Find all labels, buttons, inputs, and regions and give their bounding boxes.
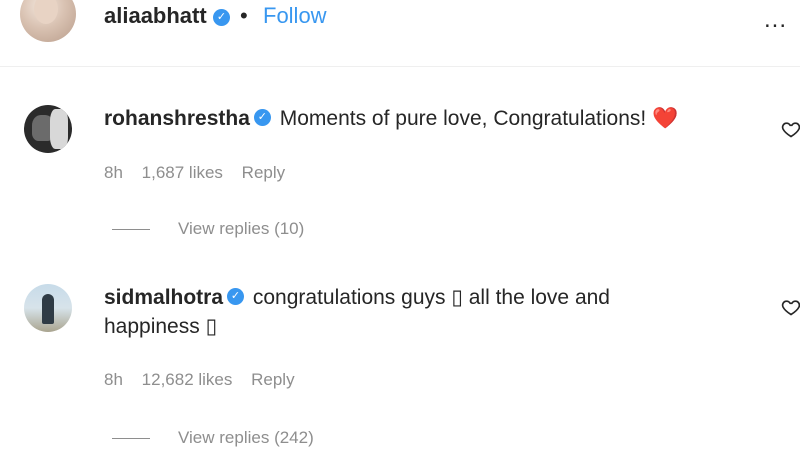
verified-badge-icon: ✓ bbox=[213, 9, 230, 26]
comment-text-continued: happiness ▯ bbox=[104, 313, 217, 341]
post-header: aliaabhatt ✓ • Follow ... bbox=[0, 0, 800, 67]
comment-username[interactable]: rohanshrestha bbox=[104, 107, 250, 130]
reply-button[interactable]: Reply bbox=[251, 370, 294, 389]
avatar-face bbox=[34, 0, 58, 24]
comment-time[interactable]: 8h bbox=[104, 370, 123, 389]
comment-likes[interactable]: 12,682 likes bbox=[142, 370, 233, 389]
comment-meta: 8h 12,682 likes Reply bbox=[104, 370, 309, 390]
header-separator: • bbox=[240, 3, 248, 28]
replies-divider bbox=[112, 229, 150, 231]
comment-time[interactable]: 8h bbox=[104, 163, 123, 182]
avatar-shape bbox=[42, 294, 54, 324]
comment-meta: 8h 1,687 likes Reply bbox=[104, 163, 299, 183]
comment-body: happiness ▯ bbox=[104, 315, 218, 338]
view-replies-button[interactable]: View replies (10) bbox=[112, 219, 304, 239]
comments-panel: aliaabhatt ✓ • Follow ... rohanshrestha ✓… bbox=[0, 0, 800, 450]
comment-body: Moments of pure love, Congratulations! ❤… bbox=[279, 107, 679, 130]
view-replies-label: View replies (10) bbox=[178, 219, 305, 238]
more-options-icon[interactable]: ... bbox=[764, 6, 787, 34]
verified-badge-icon: ✓ bbox=[253, 108, 271, 126]
avatar[interactable] bbox=[20, 0, 76, 42]
heart-outline-icon[interactable] bbox=[781, 297, 800, 317]
comment-username[interactable]: sidmalhotra bbox=[104, 286, 223, 309]
view-replies-button[interactable]: View replies (242) bbox=[112, 428, 314, 448]
comment-text: sidmalhotra ✓ congratulations guys ▯ all … bbox=[104, 284, 610, 312]
verified-badge-icon: ✓ bbox=[227, 287, 245, 305]
avatar-shape bbox=[50, 109, 68, 149]
view-replies-label: View replies (242) bbox=[178, 428, 314, 447]
reply-button[interactable]: Reply bbox=[242, 163, 285, 182]
heart-outline-icon[interactable] bbox=[781, 119, 800, 139]
follow-button[interactable]: Follow bbox=[263, 3, 327, 29]
avatar[interactable] bbox=[24, 105, 72, 153]
comment-text: rohanshrestha ✓ Moments of pure love, Con… bbox=[104, 105, 678, 133]
avatar[interactable] bbox=[24, 284, 72, 332]
comment-body: congratulations guys ▯ all the love and bbox=[252, 286, 610, 309]
post-author-username[interactable]: aliaabhatt bbox=[104, 3, 207, 29]
comment-likes[interactable]: 1,687 likes bbox=[142, 163, 223, 182]
replies-divider bbox=[112, 438, 150, 440]
